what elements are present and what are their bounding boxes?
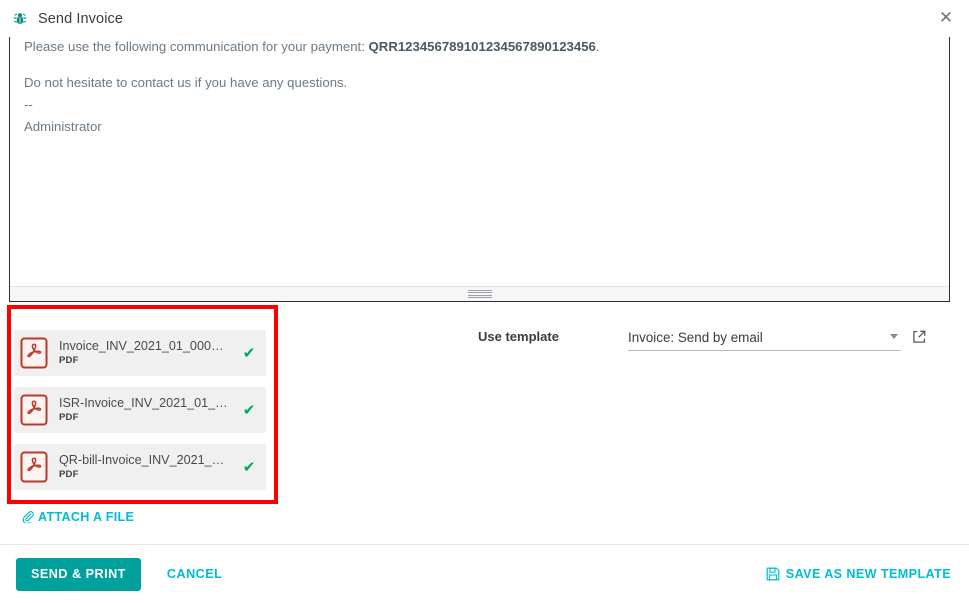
message-editor-content[interactable]: Please use the following communication f… [10,37,949,286]
dialog-header: Send Invoice ✕ [0,0,969,37]
open-template-external-link-icon[interactable] [911,329,927,345]
payment-reference: QRR123456789101234567890123456 [368,39,596,54]
close-icon[interactable]: ✕ [933,6,959,32]
attach-a-file-button[interactable]: ATTACH A FILE [22,510,134,524]
message-line-payment-suffix: . [595,39,600,54]
attachment-uploaded-check-icon: ✔ [242,400,256,419]
attachment-meta: ISR-Invoice_INV_2021_01_… PDF [59,396,240,424]
pdf-file-icon [19,450,49,484]
use-template-row: Use template Invoice: Send by email [478,327,927,351]
pdf-file-icon [19,336,49,370]
bug-icon [12,11,28,27]
attachment-name: Invoice_INV_2021_01_000… [59,339,224,353]
attachment-type: PDF [59,355,79,366]
dialog-title: Send Invoice [38,10,124,27]
resize-grip-icon[interactable] [467,289,492,299]
attach-a-file-label: ATTACH A FILE [38,510,135,524]
message-editor[interactable]: Please use the following communication f… [9,37,950,302]
use-template-label: Use template [478,329,559,344]
cancel-button[interactable]: CANCEL [163,559,226,589]
paperclip-icon [22,511,34,523]
message-line-contact: Do not hesitate to contact us if you hav… [24,75,348,90]
floppy-disk-icon [766,567,780,581]
use-template-field: Invoice: Send by email [628,327,901,351]
attachment-uploaded-check-icon: ✔ [242,457,256,476]
save-as-new-template-label: SAVE AS NEW TEMPLATE [785,567,951,581]
attachment-name: ISR-Invoice_INV_2021_01_… [59,396,228,410]
attachment-row[interactable]: Invoice_INV_2021_01_000… PDF ✔ [14,330,266,376]
attachment-meta: Invoice_INV_2021_01_000… PDF [59,339,240,367]
attachment-row[interactable]: ISR-Invoice_INV_2021_01_… PDF ✔ [14,387,266,433]
attachment-row[interactable]: QR-bill-Invoice_INV_2021_… PDF ✔ [14,444,266,490]
dialog-footer: SEND & PRINT CANCEL SAVE AS NEW TEMPLATE [0,544,969,603]
send-invoice-dialog: Send Invoice ✕ Please use the following … [0,0,969,603]
message-signature-name: Administrator [24,119,102,134]
attachment-type: PDF [59,412,79,423]
message-signature-separator: -- [24,97,33,112]
message-line-payment: Please use the following communication f… [24,38,935,56]
dialog-body: Please use the following communication f… [0,37,969,544]
save-as-new-template-button[interactable]: SAVE AS NEW TEMPLATE [766,567,953,581]
use-template-select[interactable]: Invoice: Send by email [628,327,901,351]
attachment-type: PDF [59,469,79,480]
message-line-payment-text: Please use the following communication f… [24,39,369,54]
attachment-name: QR-bill-Invoice_INV_2021_… [59,453,225,467]
attachment-meta: QR-bill-Invoice_INV_2021_… PDF [59,453,240,481]
pdf-file-icon [19,393,49,427]
send-and-print-button[interactable]: SEND & PRINT [16,557,141,591]
attachment-uploaded-check-icon: ✔ [242,343,256,362]
editor-footer [10,286,949,301]
attachments-list: Invoice_INV_2021_01_000… PDF ✔ ISR-Invoi… [14,330,266,501]
